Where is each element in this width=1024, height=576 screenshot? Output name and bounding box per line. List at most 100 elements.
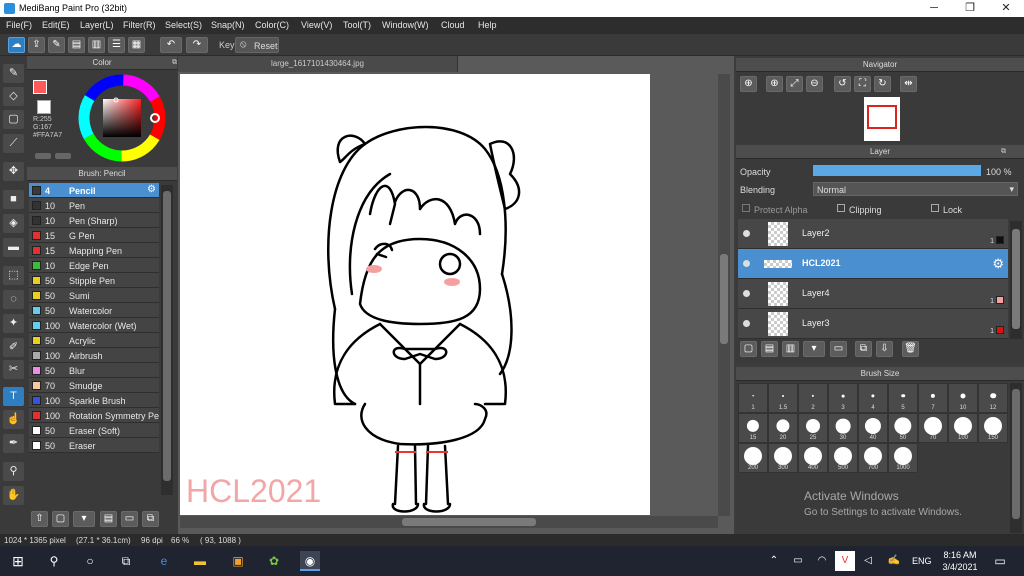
eye-icon[interactable] <box>743 320 750 327</box>
eye-icon[interactable] <box>743 260 750 267</box>
task-view-icon[interactable]: ⧉ <box>116 551 136 571</box>
cloud-icon[interactable]: ☁ <box>8 37 25 53</box>
new-layer-3-icon[interactable]: ▥ <box>782 341 799 357</box>
size-scrollbar[interactable] <box>1010 383 1022 533</box>
brush-item[interactable]: 4 Pencil ⚙ <box>29 183 159 198</box>
new-layer-icon[interactable]: ▢ <box>740 341 757 357</box>
layer-popout-icon[interactable]: ⧉ <box>1001 148 1006 156</box>
brush-size-option[interactable]: 15 <box>738 413 768 443</box>
undo-icon[interactable]: ↶ <box>160 37 182 53</box>
menu-edit[interactable]: Edit(E) <box>42 20 70 30</box>
gradient-tool-icon[interactable]: ▬ <box>3 238 24 257</box>
brush-size-option[interactable]: 500 <box>828 443 858 473</box>
eraser-tool-icon[interactable]: ◇ <box>3 87 24 106</box>
operation-tool-icon[interactable]: ☝ <box>3 410 24 429</box>
menu-snap[interactable]: Snap(N) <box>211 20 245 30</box>
text-tool-icon[interactable]: T <box>3 387 24 406</box>
gear-icon[interactable]: ⚙ <box>992 256 1004 272</box>
new-layer-2-icon[interactable]: ▤ <box>761 341 778 357</box>
color-option-button[interactable] <box>35 153 51 159</box>
brush-item[interactable]: 100 Sparkle Brush <box>29 393 159 408</box>
secondary-color-swatch[interactable] <box>37 100 51 114</box>
brush-size-option[interactable]: 100 <box>948 413 978 443</box>
brush-tool-icon[interactable]: ✎ <box>3 64 24 83</box>
language-indicator[interactable]: ENG <box>912 556 932 566</box>
brush-size-option[interactable]: 3 <box>828 383 858 413</box>
cortana-icon[interactable]: ○ <box>80 551 100 571</box>
layer-row[interactable]: HCL2021 ⚙ <box>738 249 1008 279</box>
select-pen-tool-icon[interactable]: ✐ <box>3 338 24 357</box>
eye-icon[interactable] <box>743 290 750 297</box>
brush-item[interactable]: 10 Pen <box>29 198 159 213</box>
brush-size-option[interactable]: 30 <box>828 413 858 443</box>
brush-size-option[interactable]: 1000 <box>888 443 918 473</box>
brush-size-option[interactable]: 12 <box>978 383 1008 413</box>
grid-icon[interactable]: ▦ <box>128 37 145 53</box>
color-option-button-2[interactable] <box>55 153 71 159</box>
layer-scroll-thumb[interactable] <box>1012 229 1020 329</box>
brush-size-option[interactable]: 5 <box>888 383 918 413</box>
blending-select[interactable]: Normal ▾ <box>813 182 1018 196</box>
brush-item[interactable]: 50 Stipple Pen <box>29 273 159 288</box>
menu-filter[interactable]: Filter(R) <box>123 20 156 30</box>
menu-help[interactable]: Help <box>478 20 497 30</box>
brush-size-option[interactable]: 400 <box>798 443 828 473</box>
brush-item[interactable]: 10 Pen (Sharp) <box>29 213 159 228</box>
color-wheel[interactable] <box>77 73 167 163</box>
wifi-icon[interactable]: ◠ <box>812 551 832 571</box>
clipping-checkbox[interactable] <box>837 204 845 212</box>
layer-scrollbar[interactable] <box>1010 221 1022 339</box>
medibang-taskbar-icon[interactable]: ◉ <box>300 551 320 571</box>
layer-add-menu-icon[interactable]: ▾ <box>803 341 825 357</box>
add-brush-icon[interactable]: ⇧ <box>31 511 48 527</box>
notification-icon[interactable]: ▭ <box>990 551 1010 571</box>
paint-app-icon[interactable]: ✿ <box>264 551 284 571</box>
brush-size-option[interactable]: 40 <box>858 413 888 443</box>
brush-item[interactable]: 100 Airbrush <box>29 348 159 363</box>
canvas-vscroll[interactable] <box>718 74 730 516</box>
canvas-vscroll-thumb[interactable] <box>720 254 728 344</box>
duplicate-layer-icon[interactable]: ⧉ <box>855 341 872 357</box>
clock[interactable]: 8:16 AM 3/4/2021 <box>940 549 980 573</box>
menu-color[interactable]: Color(C) <box>255 20 289 30</box>
brush-size-option[interactable]: 10 <box>948 383 978 413</box>
zoom-out-icon[interactable]: ⊖ <box>806 76 823 92</box>
layer-row[interactable]: Layer4 1 <box>738 279 1008 309</box>
navigator-viewport[interactable] <box>867 105 897 129</box>
brush-size-option[interactable]: 150 <box>978 413 1008 443</box>
brush-size-option[interactable]: 200 <box>738 443 768 473</box>
menu-cloud[interactable]: Cloud <box>441 20 465 30</box>
brush-size-option[interactable]: 1 <box>738 383 768 413</box>
brush-item[interactable]: 100 Watercolor (Wet) <box>29 318 159 333</box>
primary-color-swatch[interactable] <box>33 80 47 94</box>
drawing-canvas[interactable]: HCL2021 <box>180 74 650 515</box>
search-icon[interactable]: ⚲ <box>44 551 64 571</box>
brush-item[interactable]: 15 Mapping Pen <box>29 243 159 258</box>
canvas-hscroll[interactable] <box>180 516 718 528</box>
brush-size-option[interactable]: 70 <box>918 413 948 443</box>
flip-icon[interactable]: ⇹ <box>900 76 917 92</box>
brush-size-option[interactable]: 2 <box>798 383 828 413</box>
layer-folder-icon[interactable]: ▭ <box>830 341 847 357</box>
close-button[interactable]: ✕ <box>989 0 1023 17</box>
menu-window[interactable]: Window(W) <box>382 20 429 30</box>
menu-file[interactable]: File(F) <box>6 20 32 30</box>
brush-menu-icon[interactable]: ▾ <box>73 511 95 527</box>
eye-icon[interactable] <box>743 230 750 237</box>
protect-alpha-checkbox[interactable] <box>742 204 750 212</box>
brush-size-option[interactable]: 700 <box>858 443 888 473</box>
file-explorer-icon[interactable]: ▬ <box>190 551 210 571</box>
popout-icon[interactable]: ⧉ <box>172 59 177 67</box>
fit-window-icon[interactable]: ⛶ <box>854 76 871 92</box>
menu-view[interactable]: View(V) <box>301 20 332 30</box>
layer-row[interactable]: Layer2 1 <box>738 219 1008 249</box>
size-scroll-thumb[interactable] <box>1012 389 1020 519</box>
brush-settings-icon[interactable]: ▤ <box>100 511 117 527</box>
share-icon[interactable]: ⇪ <box>28 37 45 53</box>
brush-item[interactable]: 100 Rotation Symmetry Pe <box>29 408 159 423</box>
layer-row[interactable]: Layer3 1 <box>738 309 1008 339</box>
gear-icon[interactable]: ⚙ <box>147 184 156 195</box>
network-icon[interactable]: ▭ <box>788 551 808 571</box>
brush-item[interactable]: 70 Smudge <box>29 378 159 393</box>
fit-icon[interactable]: ⤢ <box>786 76 803 92</box>
